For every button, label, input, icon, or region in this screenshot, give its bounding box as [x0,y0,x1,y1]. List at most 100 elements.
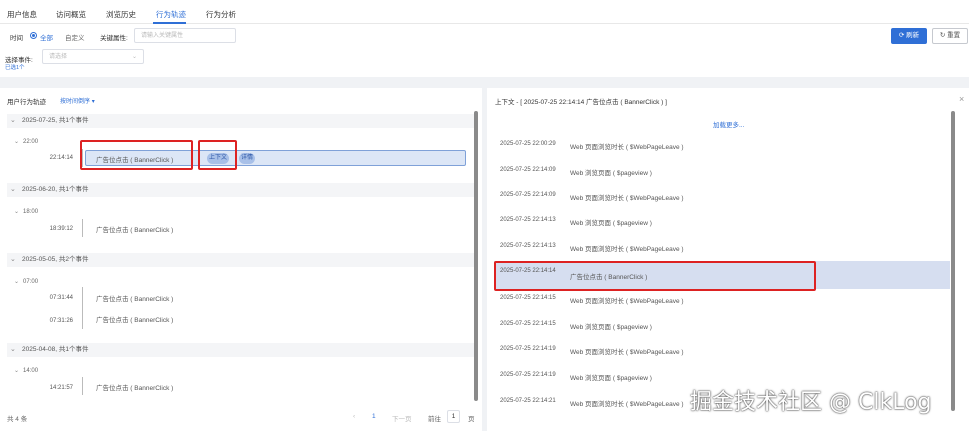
chevron-down-icon: ⌄ [14,139,20,145]
filter-bar: 时间 全部 自定义 关键属性: 请输入关键属性 选择事件: 请选择 ⌄ 已选1个… [0,24,969,77]
hour-header[interactable]: ⌄ 18:00 [14,208,38,215]
hour-header[interactable]: ⌄ 22:00 [14,138,38,145]
context-row[interactable]: 2025-07-25 22:14:09 Web 页面浏览时长 ( $WebPage… [494,183,950,208]
hour-header[interactable]: ⌄ 14:00 [14,367,38,374]
event-name[interactable]: 广告位点击 ( BannerClick ) [96,382,173,392]
context-row[interactable]: 2025-07-25 22:14:13 Web 浏览页面 ( $pageview … [494,208,950,233]
tab-behavior-analysis[interactable]: 行为分析 [206,9,236,20]
refresh-icon: ⟳ [898,32,905,39]
keyword-input[interactable]: 请输入关键属性 [134,28,236,43]
sort-dropdown[interactable]: 按时间倒序 ▾ [60,96,95,105]
reset-icon: ↻ [939,32,946,39]
time-label: 时间 [10,35,23,42]
date-group-header[interactable]: ⌄ 2025-04-08, 共1个事件 [7,343,475,357]
sort-label: 按时间倒序 [60,99,91,105]
chevron-down-icon: ⌄ [14,209,20,215]
context-event: Web 页面浏览时长 ( $WebPageLeave ) [570,195,684,202]
tab-visit-overview[interactable]: 访问概览 [56,9,86,20]
left-scrollbar[interactable] [474,111,478,401]
context-time: 2025-07-25 22:14:21 [500,398,556,404]
timeline-line [82,287,83,329]
page-number[interactable]: 1 [372,413,376,420]
time-all-label[interactable]: 全部 [40,32,53,42]
next-page-button[interactable]: 下一页 [392,413,412,423]
context-row[interactable]: 2025-07-25 22:14:19 Web 页面浏览时长 ( $WebPage… [494,337,950,362]
tab-user-info[interactable]: 用户信息 [7,9,37,20]
context-row[interactable]: 2025-07-25 22:14:15 Web 页面浏览时长 ( $WebPage… [494,286,950,311]
watermark: 掘金技术社区 @ ClkLog [690,390,932,415]
event-name[interactable]: 广告位点击 ( BannerClick ) [96,293,173,303]
event-select[interactable]: 请选择 ⌄ [42,49,144,64]
context-row[interactable]: 2025-07-25 22:14:09 Web 浏览页面 ( $pageview … [494,158,950,183]
tab-behavior-trail[interactable]: 行为轨迹 [156,9,186,20]
right-scrollbar[interactable] [951,111,955,411]
context-time: 2025-07-25 22:14:19 [500,346,556,352]
context-event: Web 页面浏览时长 ( $WebPageLeave ) [570,401,684,408]
refresh-button[interactable]: ⟳ 刷新 [891,28,927,44]
context-time: 2025-07-25 22:14:15 [500,295,556,301]
hour-label: 14:00 [23,368,39,374]
caret-down-icon: ▾ [91,99,95,105]
highlight-box [80,140,193,170]
context-event: Web 页面浏览时长 ( $WebPageLeave ) [570,246,684,253]
selected-count[interactable]: 已选1个 [5,63,25,71]
hour-label: 07:00 [23,279,39,285]
page-unit: 页 [468,416,475,423]
event-time: 07:31:26 [49,318,73,324]
highlight-box [198,140,237,170]
total-count: 共 4 条 [7,416,28,423]
context-row[interactable]: 2025-07-25 22:00:29 Web 页面浏览时长 ( $WebPage… [494,132,950,157]
date-group-summary: 2025-06-20, 共1个事件 [22,186,89,193]
load-more-link[interactable]: 加载更多... [713,119,744,129]
event-time: 14:21:57 [49,385,73,391]
chevron-down-icon: ⌄ [10,346,16,353]
date-group-header[interactable]: ⌄ 2025-05-05, 共2个事件 [7,253,475,267]
date-group-summary: 2025-04-08, 共1个事件 [22,346,89,353]
context-event: Web 浏览页面 ( $pageview ) [570,375,652,382]
context-time: 2025-07-25 22:14:09 [500,192,556,198]
context-row[interactable]: 2025-07-25 22:14:15 Web 浏览页面 ( $pageview … [494,312,950,337]
date-group-summary: 2025-05-05, 共2个事件 [22,256,89,263]
date-group-summary: 2025-07-25, 共1个事件 [22,117,89,124]
keyword-label: 关键属性: [100,35,128,42]
hour-header[interactable]: ⌄ 07:00 [14,278,38,285]
reset-label: 重置 [947,32,961,39]
tab-browse-history[interactable]: 浏览历史 [106,9,136,20]
detail-button[interactable]: 详情 [239,153,256,164]
event-select-placeholder: 请选择 [49,54,68,60]
goto-label: 前往 [428,416,441,423]
timeline-line [82,219,83,237]
hour-label: 22:00 [23,139,39,145]
reset-button[interactable]: ↻ 重置 [932,28,968,44]
context-event: Web 浏览页面 ( $pageview ) [570,170,652,177]
time-all-radio[interactable] [30,32,37,39]
chevron-down-icon: ⌄ [10,256,16,263]
time-custom-option[interactable]: 自定义 [65,32,85,42]
refresh-label: 刷新 [906,32,920,39]
context-event: Web 浏览页面 ( $pageview ) [570,220,652,227]
context-time: 2025-07-25 22:14:09 [500,167,556,173]
context-title: 上下文 - [ 2025-07-25 22:14:14 广告位点击 ( Bann… [495,99,667,106]
chevron-down-icon: ⌄ [14,279,20,285]
event-time: 18:39:12 [49,226,73,232]
context-time: 2025-07-25 22:14:15 [500,321,556,327]
date-group-header[interactable]: ⌄ 2025-06-20, 共1个事件 [7,183,475,197]
event-name[interactable]: 广告位点击 ( BannerClick ) [96,224,173,234]
event-time: 22:14:14 [49,155,73,161]
close-icon[interactable]: × [959,94,964,104]
context-event: Web 页面浏览时长 ( $WebPageLeave ) [570,144,684,151]
timeline-line [82,377,83,395]
context-event: Web 页面浏览时长 ( $WebPageLeave ) [570,349,684,356]
context-event: Web 浏览页面 ( $pageview ) [570,324,652,331]
hour-label: 18:00 [23,209,39,215]
event-name[interactable]: 广告位点击 ( BannerClick ) [96,314,173,324]
chevron-down-icon: ⌄ [131,54,137,60]
goto-page-input[interactable]: 1 [447,410,460,423]
date-group-header[interactable]: ⌄ 2025-07-25, 共1个事件 [7,114,475,128]
trail-title: 用户行为轨迹 [7,99,46,106]
prev-page-button[interactable]: ‹ [353,413,355,420]
context-row[interactable]: 2025-07-25 22:14:13 Web 页面浏览时长 ( $WebPage… [494,234,950,259]
context-time: 2025-07-25 22:00:29 [500,141,556,147]
chevron-down-icon: ⌄ [10,186,16,193]
context-time: 2025-07-25 22:14:13 [500,217,556,223]
